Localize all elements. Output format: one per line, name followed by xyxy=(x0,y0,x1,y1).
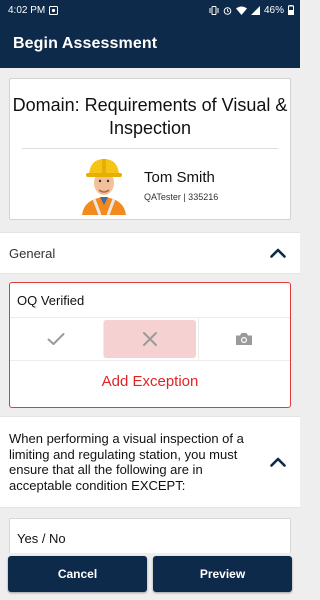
user-name: Tom Smith xyxy=(144,168,215,186)
oq-label: OQ Verified xyxy=(10,283,290,318)
oq-verified-card: OQ Verified Add Exception xyxy=(9,282,291,408)
question-text: When performing a visual inspection of a… xyxy=(9,431,244,493)
x-mark-icon xyxy=(142,332,157,346)
section-header-general[interactable]: General xyxy=(0,232,300,274)
status-left: 4:02 PM xyxy=(8,4,59,16)
app-bar: Begin Assessment xyxy=(0,20,300,68)
answer-label: Yes / No xyxy=(17,531,66,546)
battery-icon xyxy=(288,5,294,15)
status-bar: 4:02 PM 46% xyxy=(0,0,300,20)
notification-icon xyxy=(49,5,59,15)
add-exception-button[interactable]: Add Exception xyxy=(10,361,290,390)
approve-button[interactable] xyxy=(10,318,102,360)
user-meta: QATester | 335216 xyxy=(144,191,219,202)
section-label: General xyxy=(9,245,56,261)
question-block[interactable]: When performing a visual inspection of a… xyxy=(0,416,300,508)
domain-card: Domain: Requirements of Visual & Inspect… xyxy=(9,78,291,220)
alarm-icon xyxy=(223,6,232,15)
cancel-button[interactable]: Cancel xyxy=(8,556,147,592)
domain-title: Domain: Requirements of Visual & Inspect… xyxy=(12,95,288,138)
vibrate-icon xyxy=(209,5,219,15)
reject-button[interactable] xyxy=(103,320,196,358)
preview-button[interactable]: Preview xyxy=(153,556,292,592)
wifi-icon xyxy=(235,6,247,15)
status-time: 4:02 PM xyxy=(8,4,46,16)
signal-icon xyxy=(250,5,260,15)
page-title: Begin Assessment xyxy=(13,35,158,52)
camera-icon xyxy=(236,333,253,345)
status-right: 46% xyxy=(209,5,294,16)
battery-percent: 46% xyxy=(263,4,284,16)
worker-avatar-icon xyxy=(82,159,126,215)
chevron-up-icon[interactable] xyxy=(270,457,286,467)
user-info: Tom Smith QATester | 335216 xyxy=(144,169,218,202)
oq-actions xyxy=(10,318,290,361)
checkmark-icon xyxy=(47,333,65,345)
chevron-up-icon[interactable] xyxy=(270,248,286,258)
camera-button[interactable] xyxy=(197,318,290,360)
user-row: Tom Smith QATester | 335216 xyxy=(10,149,290,221)
footer: Cancel Preview xyxy=(0,553,300,600)
answer-card[interactable]: Yes / No xyxy=(9,518,291,558)
